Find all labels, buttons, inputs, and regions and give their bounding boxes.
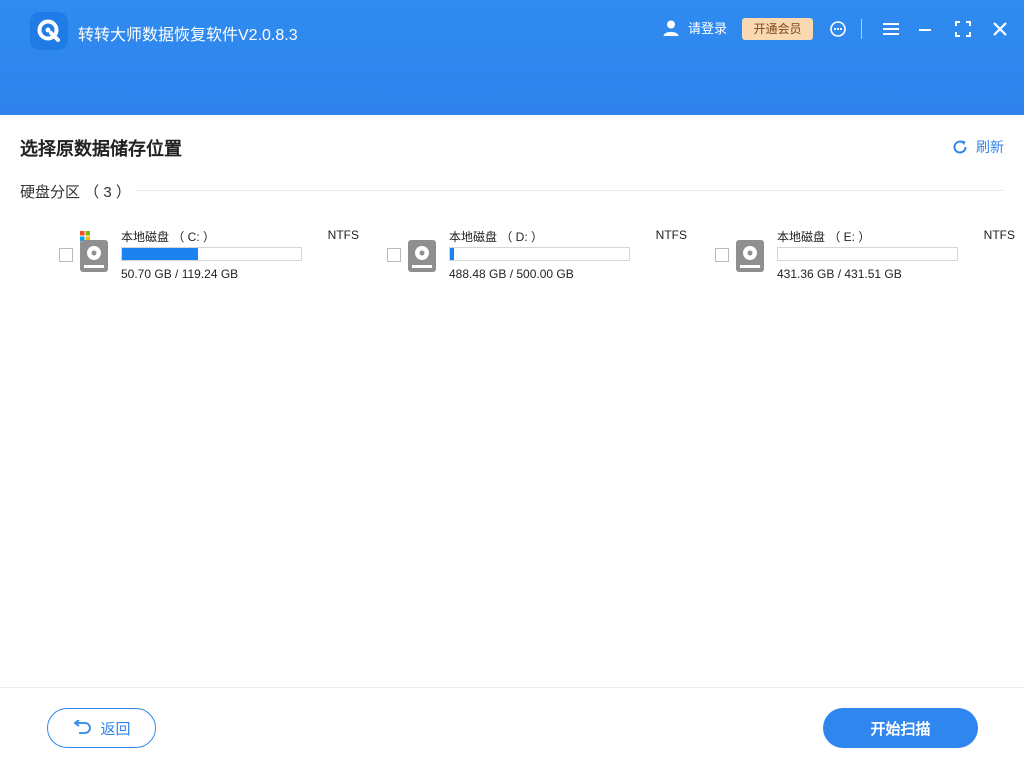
section-heading: 硬盘分区 （ 3 ） xyxy=(20,184,131,201)
app-title: 转转大师数据恢复软件V2.0.8.3 xyxy=(78,27,298,44)
disk-usage-bar xyxy=(449,247,630,261)
disk-item-d[interactable]: 本地磁盘 （ D: ） NTFS 488.48 GB / 500.00 GB xyxy=(387,226,687,286)
disk-filesystem: NTFS xyxy=(983,228,1015,242)
disk-size: 50.70 GB / 119.24 GB xyxy=(121,267,239,281)
login-label: 请登录 xyxy=(688,21,728,36)
back-label: 返回 xyxy=(100,720,131,738)
hard-disk-icon xyxy=(736,240,764,272)
disk-usage-bar xyxy=(777,247,958,261)
disk-checkbox[interactable] xyxy=(59,248,73,262)
hard-disk-icon xyxy=(80,240,108,272)
close-button[interactable] xyxy=(990,19,1010,39)
hard-disk-icon xyxy=(408,240,436,272)
disk-usage-bar xyxy=(121,247,302,261)
disk-size: 431.36 GB / 431.51 GB xyxy=(777,267,902,281)
disk-usage-fill xyxy=(450,248,455,260)
disk-filesystem: NTFS xyxy=(655,228,687,242)
back-button[interactable]: 返回 xyxy=(47,708,156,748)
user-icon xyxy=(663,20,679,36)
login-button[interactable]: 请登录 xyxy=(662,18,727,37)
disk-name: 本地磁盘 （ E: ） xyxy=(777,230,871,244)
disk-name: 本地磁盘 （ C: ） xyxy=(121,230,216,244)
maximize-icon xyxy=(955,21,971,37)
support-icon xyxy=(830,21,846,37)
back-arrow-icon xyxy=(73,720,92,734)
section-divider xyxy=(137,190,1004,191)
menu-icon xyxy=(883,23,899,35)
support-button[interactable] xyxy=(828,19,848,39)
disk-item-e[interactable]: 本地磁盘 （ E: ） NTFS 431.36 GB / 431.51 GB xyxy=(715,226,1015,286)
disk-checkbox[interactable] xyxy=(387,248,401,262)
vip-button[interactable]: 开通会员 xyxy=(742,18,813,40)
disk-size: 488.48 GB / 500.00 GB xyxy=(449,267,574,281)
menu-button[interactable] xyxy=(881,19,901,39)
page-title: 选择原数据储存位置 xyxy=(20,139,182,159)
disk-usage-fill xyxy=(122,248,199,260)
close-icon xyxy=(993,22,1007,36)
refresh-icon xyxy=(953,140,967,154)
footer-divider xyxy=(0,687,1024,688)
disk-checkbox[interactable] xyxy=(715,248,729,262)
disk-name: 本地磁盘 （ D: ） xyxy=(449,230,544,244)
maximize-button[interactable] xyxy=(953,19,973,39)
refresh-button[interactable]: 刷新 xyxy=(952,137,1004,157)
minimize-button[interactable] xyxy=(915,19,935,39)
disk-filesystem: NTFS xyxy=(327,228,359,242)
start-scan-button[interactable]: 开始扫描 xyxy=(823,708,978,748)
title-bar: 转转大师数据恢复软件V2.0.8.3 请登录 开通会员 xyxy=(0,0,1024,115)
app-logo-icon xyxy=(30,12,68,50)
refresh-label: 刷新 xyxy=(976,139,1004,155)
disk-item-c[interactable]: 本地磁盘 （ C: ） NTFS 50.70 GB / 119.24 GB xyxy=(59,226,359,286)
header-divider xyxy=(861,19,862,39)
minimize-icon xyxy=(919,29,931,31)
